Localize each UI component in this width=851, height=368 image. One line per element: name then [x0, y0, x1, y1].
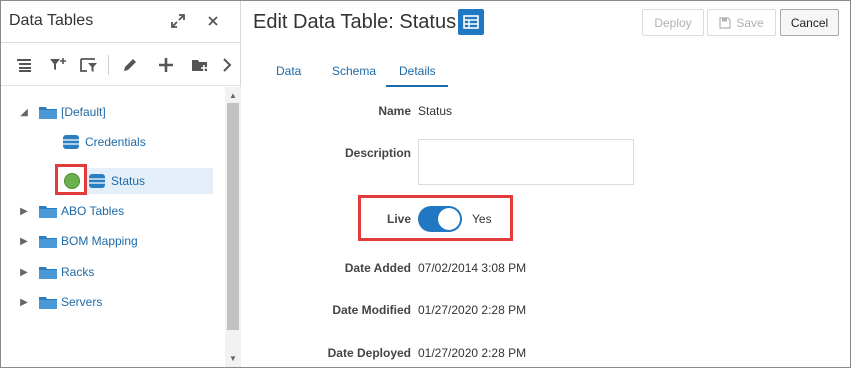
tab-details[interactable]: Details — [399, 64, 436, 78]
tab-data[interactable]: Data — [276, 64, 301, 78]
date-modified-value: 01/27/2020 2:28 PM — [418, 303, 527, 317]
filter-list-icon[interactable] — [78, 54, 100, 76]
date-modified-label: Date Modified — [332, 303, 411, 317]
date-deployed-label: Date Deployed — [327, 346, 411, 360]
scroll-thumb[interactable] — [227, 103, 239, 330]
expand-arrow-icon[interactable]: ▶ — [17, 206, 31, 217]
folder-icon — [39, 205, 57, 218]
save-button[interactable]: Save — [707, 9, 776, 36]
folder-icon — [39, 235, 57, 248]
tree-scrollbar[interactable]: ▲ ▼ — [225, 87, 241, 367]
expand-arrow-icon[interactable]: ▶ — [17, 267, 31, 278]
status-indicator-highlight — [55, 164, 87, 195]
panel-header: Data Tables — [1, 1, 241, 43]
toolbar-divider — [108, 55, 109, 75]
tree-item-label: ABO Tables — [61, 204, 125, 218]
deploy-button[interactable]: Deploy — [642, 9, 704, 36]
tree-item-default[interactable]: ◢ [Default] — [17, 99, 106, 125]
date-added-value: 07/02/2014 3:08 PM — [418, 261, 527, 275]
tab-schema[interactable]: Schema — [332, 64, 376, 78]
active-tab-indicator — [386, 85, 448, 87]
list-icon[interactable] — [13, 54, 35, 76]
tree-item-label: Servers — [61, 295, 103, 309]
name-label: Name — [378, 104, 411, 118]
save-button-label: Save — [736, 15, 764, 30]
database-icon — [63, 135, 79, 149]
add-icon[interactable] — [155, 54, 177, 76]
cancel-button[interactable]: Cancel — [780, 9, 839, 36]
expand-icon[interactable] — [167, 10, 189, 32]
page-title: Edit Data Table: Status — [253, 11, 457, 33]
panel-title: Data Tables — [9, 12, 94, 29]
deploy-button-label: Deploy — [654, 15, 692, 30]
scroll-down-icon[interactable]: ▼ — [225, 354, 241, 363]
save-icon — [719, 16, 731, 29]
folder-icon — [39, 106, 57, 119]
database-icon — [89, 174, 105, 188]
tree-item-servers[interactable]: ▶ Servers — [17, 289, 102, 315]
description-field[interactable] — [418, 139, 634, 185]
expand-arrow-icon[interactable]: ▶ — [17, 236, 31, 247]
tree-toolbar — [1, 44, 241, 86]
data-tables-panel: Data Tables ◢ [Default] Credentials Stat… — [1, 1, 241, 367]
add-folder-icon[interactable] — [189, 54, 211, 76]
tree-item-abo-tables[interactable]: ▶ ABO Tables — [17, 198, 124, 224]
folder-icon — [39, 296, 57, 309]
filter-add-icon[interactable] — [47, 54, 69, 76]
live-toggle-highlight — [358, 195, 513, 241]
chevron-right-icon[interactable] — [216, 54, 238, 76]
tree-item-label: BOM Mapping — [61, 234, 138, 248]
tree-item-label: Status — [111, 174, 146, 188]
collapse-icon[interactable]: ◢ — [17, 107, 31, 118]
close-icon[interactable] — [202, 10, 224, 32]
tree-item-status[interactable]: Status — [87, 168, 213, 194]
folder-icon — [39, 266, 57, 279]
tree-item-label: Credentials — [85, 135, 146, 149]
scroll-up-icon[interactable]: ▲ — [225, 91, 241, 100]
tree-item-credentials[interactable]: Credentials — [63, 129, 146, 155]
tree-item-label: [Default] — [61, 105, 106, 119]
tree-item-bom-mapping[interactable]: ▶ BOM Mapping — [17, 228, 138, 254]
expand-arrow-icon[interactable]: ▶ — [17, 297, 31, 308]
date-added-label: Date Added — [344, 261, 411, 275]
name-value: Status — [418, 104, 453, 118]
date-deployed-value: 01/27/2020 2:28 PM — [418, 346, 527, 360]
edit-icon[interactable] — [119, 54, 141, 76]
tree-item-racks[interactable]: ▶ Racks — [17, 259, 94, 285]
cancel-button-label: Cancel — [790, 15, 829, 30]
description-label: Description — [344, 146, 411, 160]
tab-bar: Data Schema Details — [241, 57, 850, 87]
data-tables-tree: ◢ [Default] Credentials Status ▶ ABO Tab… — [1, 87, 225, 367]
tree-item-label: Racks — [61, 265, 95, 279]
table-icon[interactable] — [458, 9, 484, 35]
edit-data-table-panel: Edit Data Table: Status Deploy Save Canc… — [241, 1, 850, 367]
